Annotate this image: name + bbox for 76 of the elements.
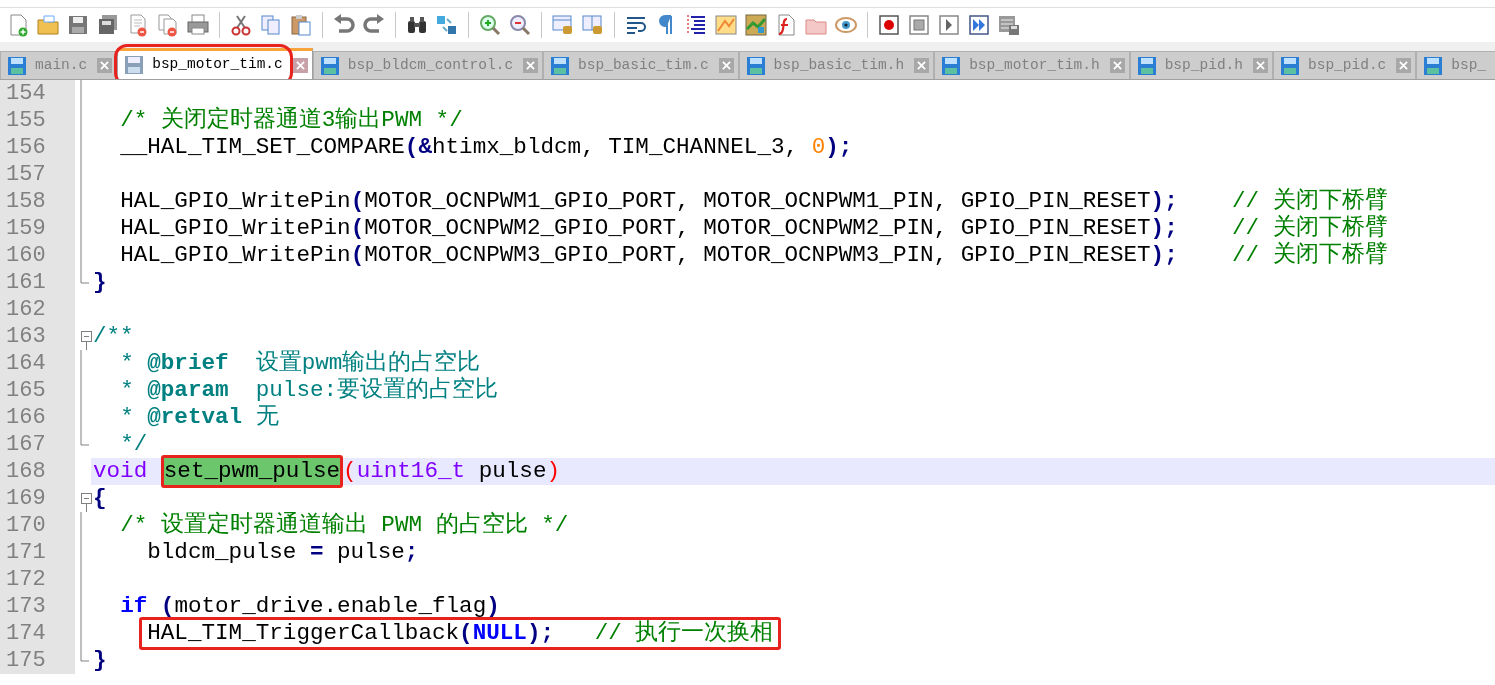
file-tab[interactable]: bsp_bldcm_control.c [312, 51, 544, 79]
play-icon[interactable] [937, 13, 961, 37]
code-line: HAL_GPIO_WritePin(MOTOR_OCNPWM3_GPIO_PORT, MOTOR_OCNPWM3_PIN, GPIO_PIN_RESET); // 关闭下桥臂 [120, 242, 1388, 269]
close-icon[interactable] [523, 58, 539, 73]
fold-toggle-icon[interactable] [80, 493, 94, 512]
save-all-icon[interactable] [96, 13, 120, 37]
file-tab[interactable]: bsp_basic_tim.c [543, 51, 739, 79]
code-line: * @retval 无 [120, 404, 279, 431]
line-number: 158 [0, 188, 75, 215]
file-tab[interactable]: bsp_basic_tim.h [738, 51, 935, 79]
line-number: 162 [0, 296, 75, 323]
indent-guide-icon[interactable] [684, 13, 708, 37]
close-icon[interactable] [1396, 58, 1412, 73]
fold-toggle-icon[interactable] [80, 331, 94, 350]
code-line: /* 关闭定时器通道3输出PWM */ [120, 107, 463, 134]
line-number: 165 [0, 377, 75, 404]
line-number: 170 [0, 512, 75, 539]
line-number: 163 [0, 323, 75, 350]
folder-icon[interactable] [36, 13, 60, 37]
split-horizontal-icon[interactable] [581, 13, 605, 37]
close-all-icon[interactable] [156, 13, 180, 37]
file-tab[interactable]: bsp_motor_tim.h [934, 51, 1130, 79]
line-number: 157 [0, 161, 75, 188]
printer-icon[interactable] [186, 13, 210, 37]
save-macro-icon[interactable] [997, 13, 1021, 37]
line-number: 174 [0, 620, 75, 647]
document-map-icon[interactable] [714, 13, 738, 37]
line-number: 160 [0, 242, 75, 269]
file-tab[interactable]: bsp_ [1416, 51, 1495, 79]
zoom-in-icon[interactable] [478, 13, 502, 37]
close-icon[interactable] [97, 58, 113, 73]
line-number: 164 [0, 350, 75, 377]
paste-icon[interactable] [289, 13, 313, 37]
file-tab[interactable]: bsp_pid.c [1273, 51, 1417, 79]
line-number: 154 [0, 80, 75, 107]
line-number: 175 [0, 647, 75, 674]
code-line: HAL_GPIO_WritePin(MOTOR_OCNPWM2_GPIO_PORT, MOTOR_OCNPWM2_PIN, GPIO_PIN_RESET); // 关闭下桥臂 [120, 215, 1388, 241]
close-icon[interactable] [1253, 58, 1268, 73]
line-number: 168 [0, 458, 75, 485]
line-number: 172 [0, 566, 75, 593]
line-number: 167 [0, 431, 75, 458]
line-number: 161 [0, 269, 75, 296]
map-icon[interactable] [744, 13, 768, 37]
record-icon[interactable] [877, 13, 901, 37]
code-line: if (motor_drive.enable_flag) [120, 593, 500, 620]
scissors-icon[interactable] [229, 13, 253, 37]
line-number: 155 [0, 107, 75, 134]
replace-icon[interactable] [435, 13, 459, 37]
code-line: * @brief 设置pwm输出的占空比 [120, 350, 481, 376]
line-number: 166 [0, 404, 75, 431]
code-line: void set_pwm_pulse(uint16_t pulse) [93, 458, 560, 485]
code-line: __HAL_TIM_SET_COMPARE(&htimx_bldcm, TIM_CHANNEL_3, 0); [120, 134, 853, 161]
code-line: bldcm_pulse = pulse; [147, 539, 419, 566]
file-tab[interactable]: main.c [0, 51, 118, 79]
split-vertical-icon[interactable] [551, 13, 575, 37]
line-number: 156 [0, 134, 75, 161]
close-icon[interactable] [1109, 58, 1125, 73]
code-line: { [93, 485, 107, 512]
close-icon[interactable] [914, 58, 930, 73]
save-icon[interactable] [66, 13, 90, 37]
code-line: */ [120, 431, 148, 458]
code-line: /** [93, 323, 134, 350]
code-line: } [93, 647, 107, 674]
line-number: 169 [0, 485, 75, 512]
fast-forward-icon[interactable] [967, 13, 991, 37]
zoom-out-icon[interactable] [508, 13, 532, 37]
code-line: } [93, 269, 107, 296]
line-number: 173 [0, 593, 75, 620]
close-icon[interactable] [718, 58, 734, 73]
line-number: 159 [0, 215, 75, 242]
code-line: * @param pulse:要设置的占空比 [120, 377, 499, 404]
stop-icon[interactable] [907, 13, 931, 37]
line-number: 171 [0, 539, 75, 566]
code-line: HAL_GPIO_WritePin(MOTOR_OCNPWM1_GPIO_PORT, MOTOR_OCNPWM1_PIN, GPIO_PIN_RESET); // 关闭下桥臂 [120, 188, 1388, 214]
code-line: /* 设置定时器通道输出 PWM 的占空比 */ [120, 512, 569, 539]
file-tab[interactable]: bsp_pid.h [1129, 51, 1273, 79]
